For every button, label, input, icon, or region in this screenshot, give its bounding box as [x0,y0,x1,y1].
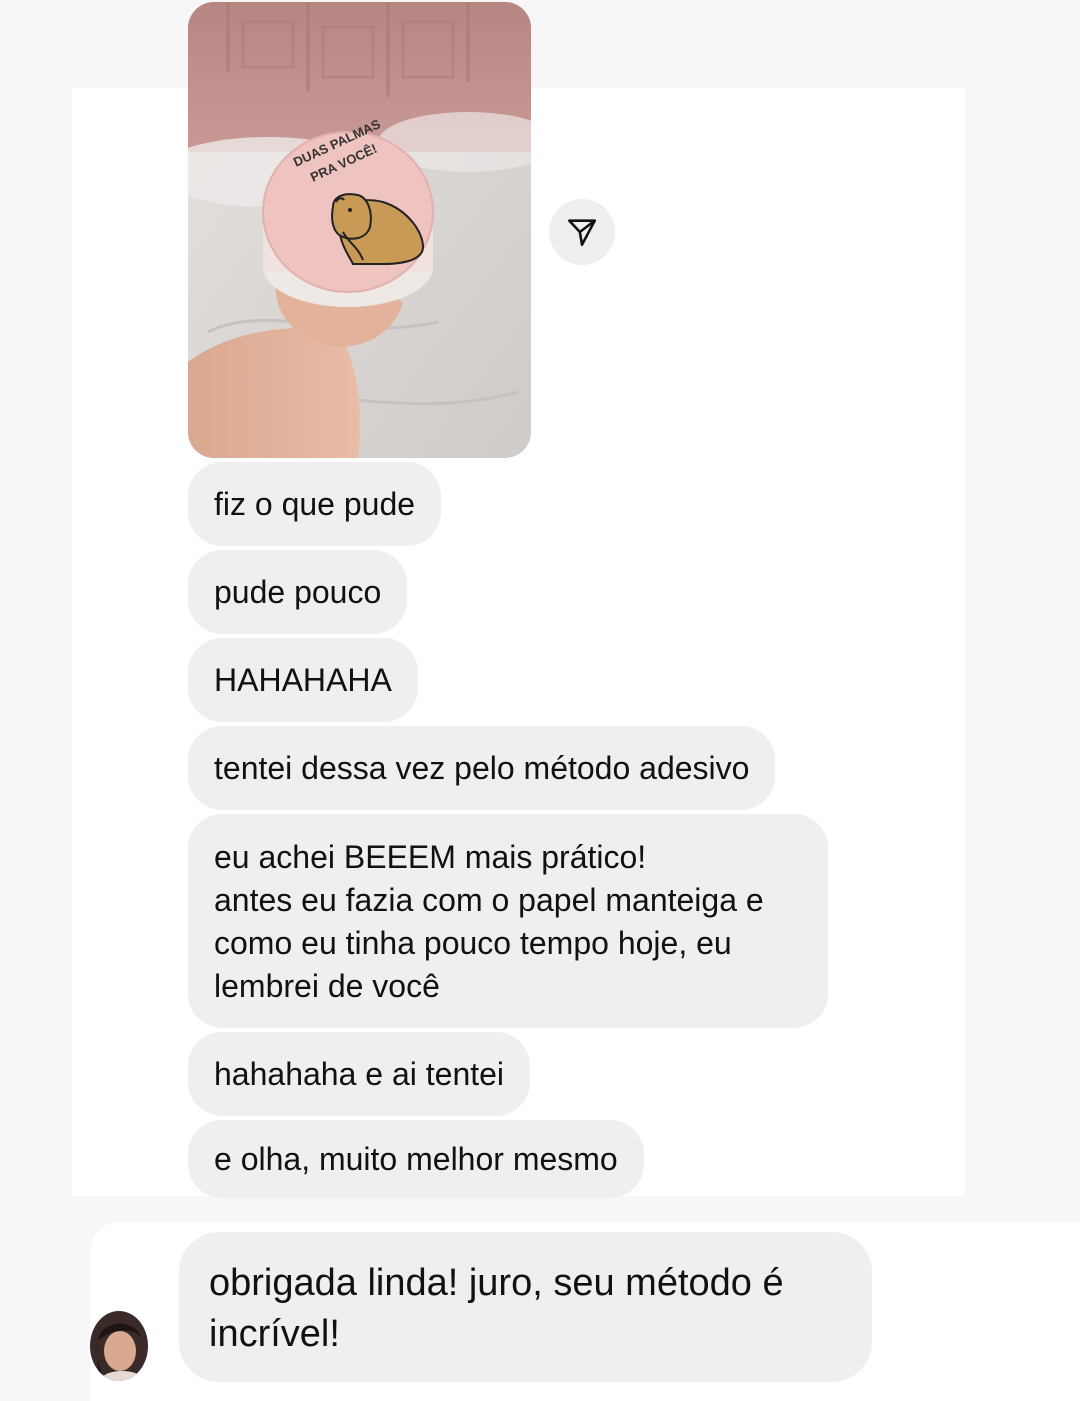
reply-bubble[interactable]: obrigada linda! juro, seu método é incrí… [179,1232,872,1382]
avatar-photo [90,1311,148,1381]
message-bubble[interactable]: HAHAHAHA [188,638,418,722]
reply-text-line: incrível! [209,1313,340,1355]
message-text: hahahaha e ai tentei [214,1056,505,1092]
message-bubble[interactable]: eu achei BEEEM mais prático! antes eu fa… [188,814,828,1028]
message-bubble[interactable]: fiz o que pude [188,462,442,546]
message-text-line: antes eu fazia com o papel manteiga e [214,882,764,918]
message-bubble[interactable]: hahahaha e ai tentei [188,1032,531,1116]
message-text-line: eu achei BEEEM mais prático! [214,839,647,875]
message-text: pude pouco [214,574,382,610]
paper-plane-icon [567,219,597,247]
message-text-line: como eu tinha pouco tempo hoje, eu [214,925,732,961]
message-text: e olha, muito melhor mesmo [214,1141,618,1177]
user-avatar[interactable] [90,1311,148,1381]
cake-photo-image: DUAS PALMAS PRA VOCÊ! [188,2,531,458]
message-text: HAHAHAHA [214,662,392,698]
cake-photo[interactable]: DUAS PALMAS PRA VOCÊ! [188,2,531,458]
message-bubble[interactable]: pude pouco [188,550,408,634]
message-bubble[interactable]: tentei dessa vez pelo método adesivo [188,726,776,810]
message-text: fiz o que pude [214,486,416,522]
message-bubble[interactable]: e olha, muito melhor mesmo [188,1120,644,1198]
message-text-line: lembrei de você [214,968,440,1004]
reply-text-line: obrigada linda! juro, seu método é [209,1262,784,1304]
share-button[interactable] [549,199,615,265]
message-text: tentei dessa vez pelo método adesivo [214,750,750,786]
